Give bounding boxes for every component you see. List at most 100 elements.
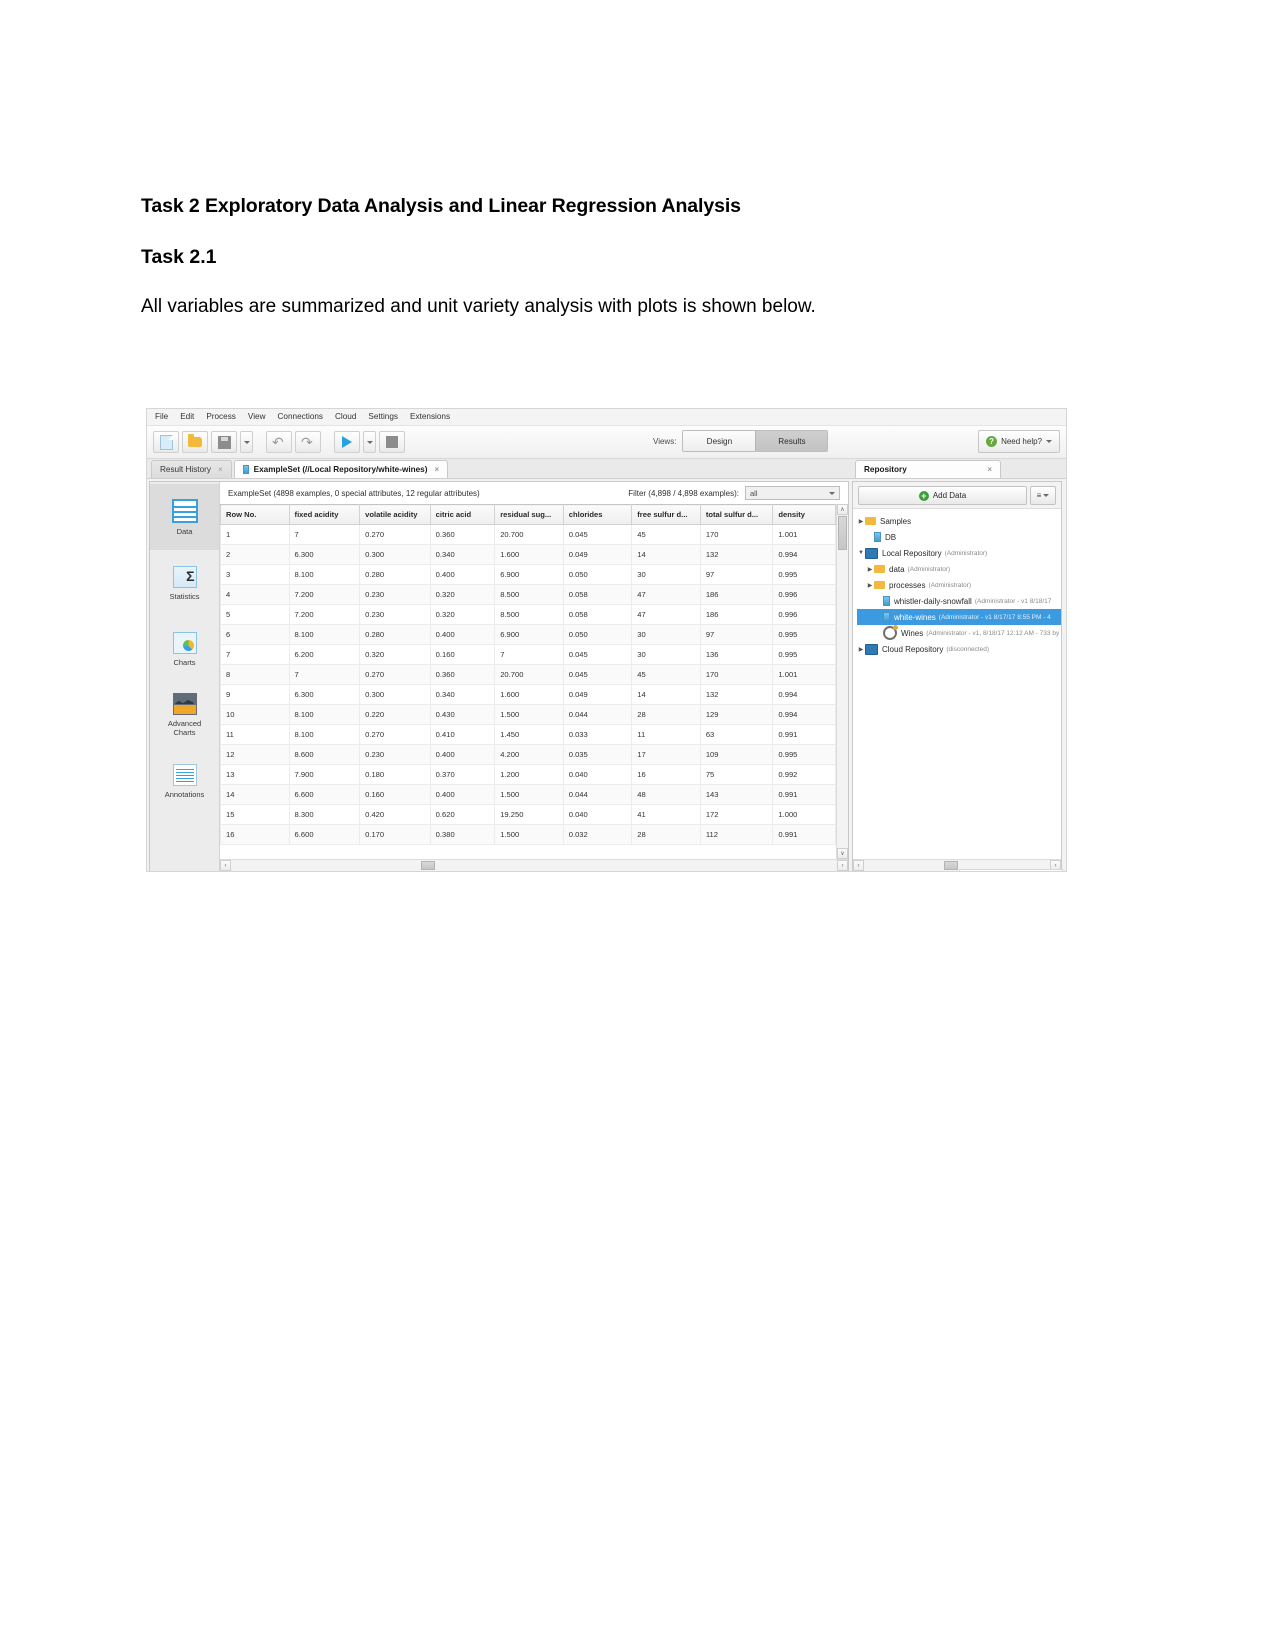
- chevron-right-icon[interactable]: ▶: [857, 646, 865, 653]
- chevron-right-icon[interactable]: ▶: [866, 582, 874, 589]
- repository-tree-item[interactable]: whistler-daily-snowfall (Administrator - …: [857, 593, 1061, 609]
- repository-tree-item[interactable]: DB: [857, 529, 1061, 545]
- table-cell: 1.500: [494, 784, 564, 805]
- table-row[interactable]: 13 7.900 0.180 0.370 1.200 0.040 16 75 0.992: [220, 764, 836, 785]
- open-process-button[interactable]: [182, 431, 208, 453]
- chevron-right-icon[interactable]: ▶: [866, 566, 874, 573]
- vertical-scrollbar[interactable]: ∧ ∨: [836, 504, 848, 859]
- sidebar-item-annotations[interactable]: Annotations: [150, 748, 219, 814]
- sidebar-item-charts[interactable]: Charts: [150, 616, 219, 682]
- need-help-button[interactable]: ? Need help?: [978, 430, 1060, 453]
- add-data-button[interactable]: + Add Data: [858, 486, 1027, 505]
- scroll-up-button[interactable]: ∧: [837, 504, 848, 515]
- table-cell: 112: [699, 824, 774, 845]
- repo-scroll-thumb[interactable]: [944, 861, 958, 870]
- table-row[interactable]: 15 8.300 0.420 0.620 19.250 0.040 41 172 1.000: [220, 804, 836, 825]
- horizontal-scroll-track[interactable]: [231, 860, 837, 871]
- tab-repository[interactable]: Repository ×: [855, 460, 1001, 478]
- run-process-button[interactable]: [334, 431, 360, 453]
- repository-tree-item[interactable]: Wines (Administrator - v1, 8/18/17 12:12 …: [857, 625, 1061, 641]
- menu-item-edit[interactable]: Edit: [180, 409, 194, 425]
- table-cell: 186: [699, 584, 774, 605]
- scroll-left-button[interactable]: ‹: [220, 860, 231, 871]
- repository-tree-item[interactable]: ▶ processes (Administrator): [857, 577, 1061, 593]
- table-cell: 0.370: [429, 764, 496, 785]
- close-icon[interactable]: ×: [434, 465, 439, 474]
- sidebar-item-advanced-charts[interactable]: Advanced Charts: [150, 682, 219, 748]
- column-header-volatile-acidity[interactable]: volatile acidity: [359, 504, 431, 525]
- menu-item-cloud[interactable]: Cloud: [335, 409, 356, 425]
- menu-item-extensions[interactable]: Extensions: [410, 409, 450, 425]
- column-header-chlorides[interactable]: chlorides: [562, 504, 633, 525]
- column-header-free-sulfur[interactable]: free sulfur d...: [631, 504, 701, 525]
- table-cell: 8.300: [288, 804, 361, 825]
- column-header-citric-acid[interactable]: citric acid: [429, 504, 496, 525]
- column-header-row-no[interactable]: Row No.: [220, 504, 290, 525]
- new-process-button[interactable]: [153, 431, 179, 453]
- sidebar-item-data[interactable]: Data: [150, 484, 219, 550]
- table-row[interactable]: 5 7.200 0.230 0.320 8.500 0.058 47 186 0.996: [220, 604, 836, 625]
- column-header-density[interactable]: density: [772, 504, 836, 525]
- repository-item-meta: (Administrator - v1 8/17/17 8:55 PM - 4: [938, 613, 1051, 621]
- scroll-down-button[interactable]: ∨: [837, 848, 848, 859]
- tab-results[interactable]: Results: [755, 431, 828, 451]
- table-row[interactable]: 2 6.300 0.300 0.340 1.600 0.049 14 132 0.994: [220, 544, 836, 565]
- menu-item-process[interactable]: Process: [206, 409, 236, 425]
- repository-tree-item[interactable]: ▼ Local Repository (Administrator): [857, 545, 1061, 561]
- table-cell: 11: [631, 724, 701, 745]
- table-row[interactable]: 6 8.100 0.280 0.400 6.900 0.050 30 97 0.995: [220, 624, 836, 645]
- menu-item-file[interactable]: File: [155, 409, 168, 425]
- tab-result-history[interactable]: Result History ×: [151, 460, 232, 478]
- repo-scroll-left-button[interactable]: ‹: [853, 860, 864, 871]
- tab-exampleset[interactable]: ExampleSet (//Local Repository/white-win…: [233, 460, 449, 478]
- table-cell: 0.058: [562, 604, 633, 625]
- table-row[interactable]: 4 7.200 0.230 0.320 8.500 0.058 47 186 0.996: [220, 584, 836, 605]
- repository-menu-button[interactable]: ≡: [1030, 486, 1056, 505]
- vertical-scroll-thumb[interactable]: [838, 516, 847, 550]
- filter-select[interactable]: all: [745, 486, 840, 500]
- repository-tree-item[interactable]: ▶ Samples: [857, 513, 1061, 529]
- table-cell: 0.160: [359, 784, 431, 805]
- undo-button[interactable]: ↶: [266, 431, 292, 453]
- run-dropdown-button[interactable]: [363, 431, 376, 453]
- menu-item-view[interactable]: View: [248, 409, 266, 425]
- table-cell: 8.500: [494, 584, 564, 605]
- table-cell: 170: [699, 524, 774, 545]
- redo-button[interactable]: ↷: [295, 431, 321, 453]
- table-row[interactable]: 9 6.300 0.300 0.340 1.600 0.049 14 132 0.994: [220, 684, 836, 705]
- close-icon[interactable]: ×: [987, 465, 992, 474]
- table-row[interactable]: 12 8.600 0.230 0.400 4.200 0.035 17 109 0.995: [220, 744, 836, 765]
- menu-item-settings[interactable]: Settings: [368, 409, 398, 425]
- horizontal-scroll-thumb[interactable]: [421, 861, 435, 870]
- sidebar-item-statistics[interactable]: Statistics: [150, 550, 219, 616]
- close-icon[interactable]: ×: [218, 465, 223, 474]
- repository-tree-item[interactable]: ▶ Cloud Repository (disconnected): [857, 641, 1061, 657]
- save-process-button[interactable]: [211, 431, 237, 453]
- table-row[interactable]: 7 6.200 0.320 0.160 7 0.045 30 136 0.995: [220, 644, 836, 665]
- table-row[interactable]: 16 6.600 0.170 0.380 1.500 0.032 28 112 0.991: [220, 824, 836, 845]
- table-row[interactable]: 3 8.100 0.280 0.400 6.900 0.050 30 97 0.995: [220, 564, 836, 585]
- repository-tree-item[interactable]: white-wines (Administrator - v1 8/17/17 8…: [857, 609, 1061, 625]
- table-cell: 7: [288, 664, 361, 685]
- table-row[interactable]: 8 7 0.270 0.360 20.700 0.045 45 170 1.001: [220, 664, 836, 685]
- views-label: Views:: [653, 436, 677, 446]
- scroll-right-button[interactable]: ›: [837, 860, 848, 871]
- horizontal-scrollbar[interactable]: ‹ ›: [220, 859, 848, 871]
- column-header-residual-sugar[interactable]: residual sug...: [494, 504, 564, 525]
- table-cell: 8.500: [494, 604, 564, 625]
- repository-tree-item[interactable]: ▶ data (Administrator): [857, 561, 1061, 577]
- chevron-right-icon[interactable]: ▶: [857, 518, 865, 525]
- tab-design[interactable]: Design: [683, 431, 756, 451]
- save-dropdown-button[interactable]: [240, 431, 253, 453]
- table-row[interactable]: 1 7 0.270 0.360 20.700 0.045 45 170 1.001: [220, 524, 836, 545]
- column-header-fixed-acidity[interactable]: fixed acidity: [288, 504, 361, 525]
- repository-item-meta: (Administrator): [928, 581, 972, 589]
- table-row[interactable]: 11 8.100 0.270 0.410 1.450 0.033 11 63 0.991: [220, 724, 836, 745]
- table-row[interactable]: 10 8.100 0.220 0.430 1.500 0.044 28 129 0.994: [220, 704, 836, 725]
- table-cell: 0.033: [562, 724, 633, 745]
- menu-item-connections[interactable]: Connections: [278, 409, 324, 425]
- column-header-total-sulfur[interactable]: total sulfur d...: [699, 504, 774, 525]
- table-row[interactable]: 14 6.600 0.160 0.400 1.500 0.044 48 143 0.991: [220, 784, 836, 805]
- chevron-down-icon[interactable]: ▼: [857, 550, 865, 556]
- stop-process-button[interactable]: [379, 431, 405, 453]
